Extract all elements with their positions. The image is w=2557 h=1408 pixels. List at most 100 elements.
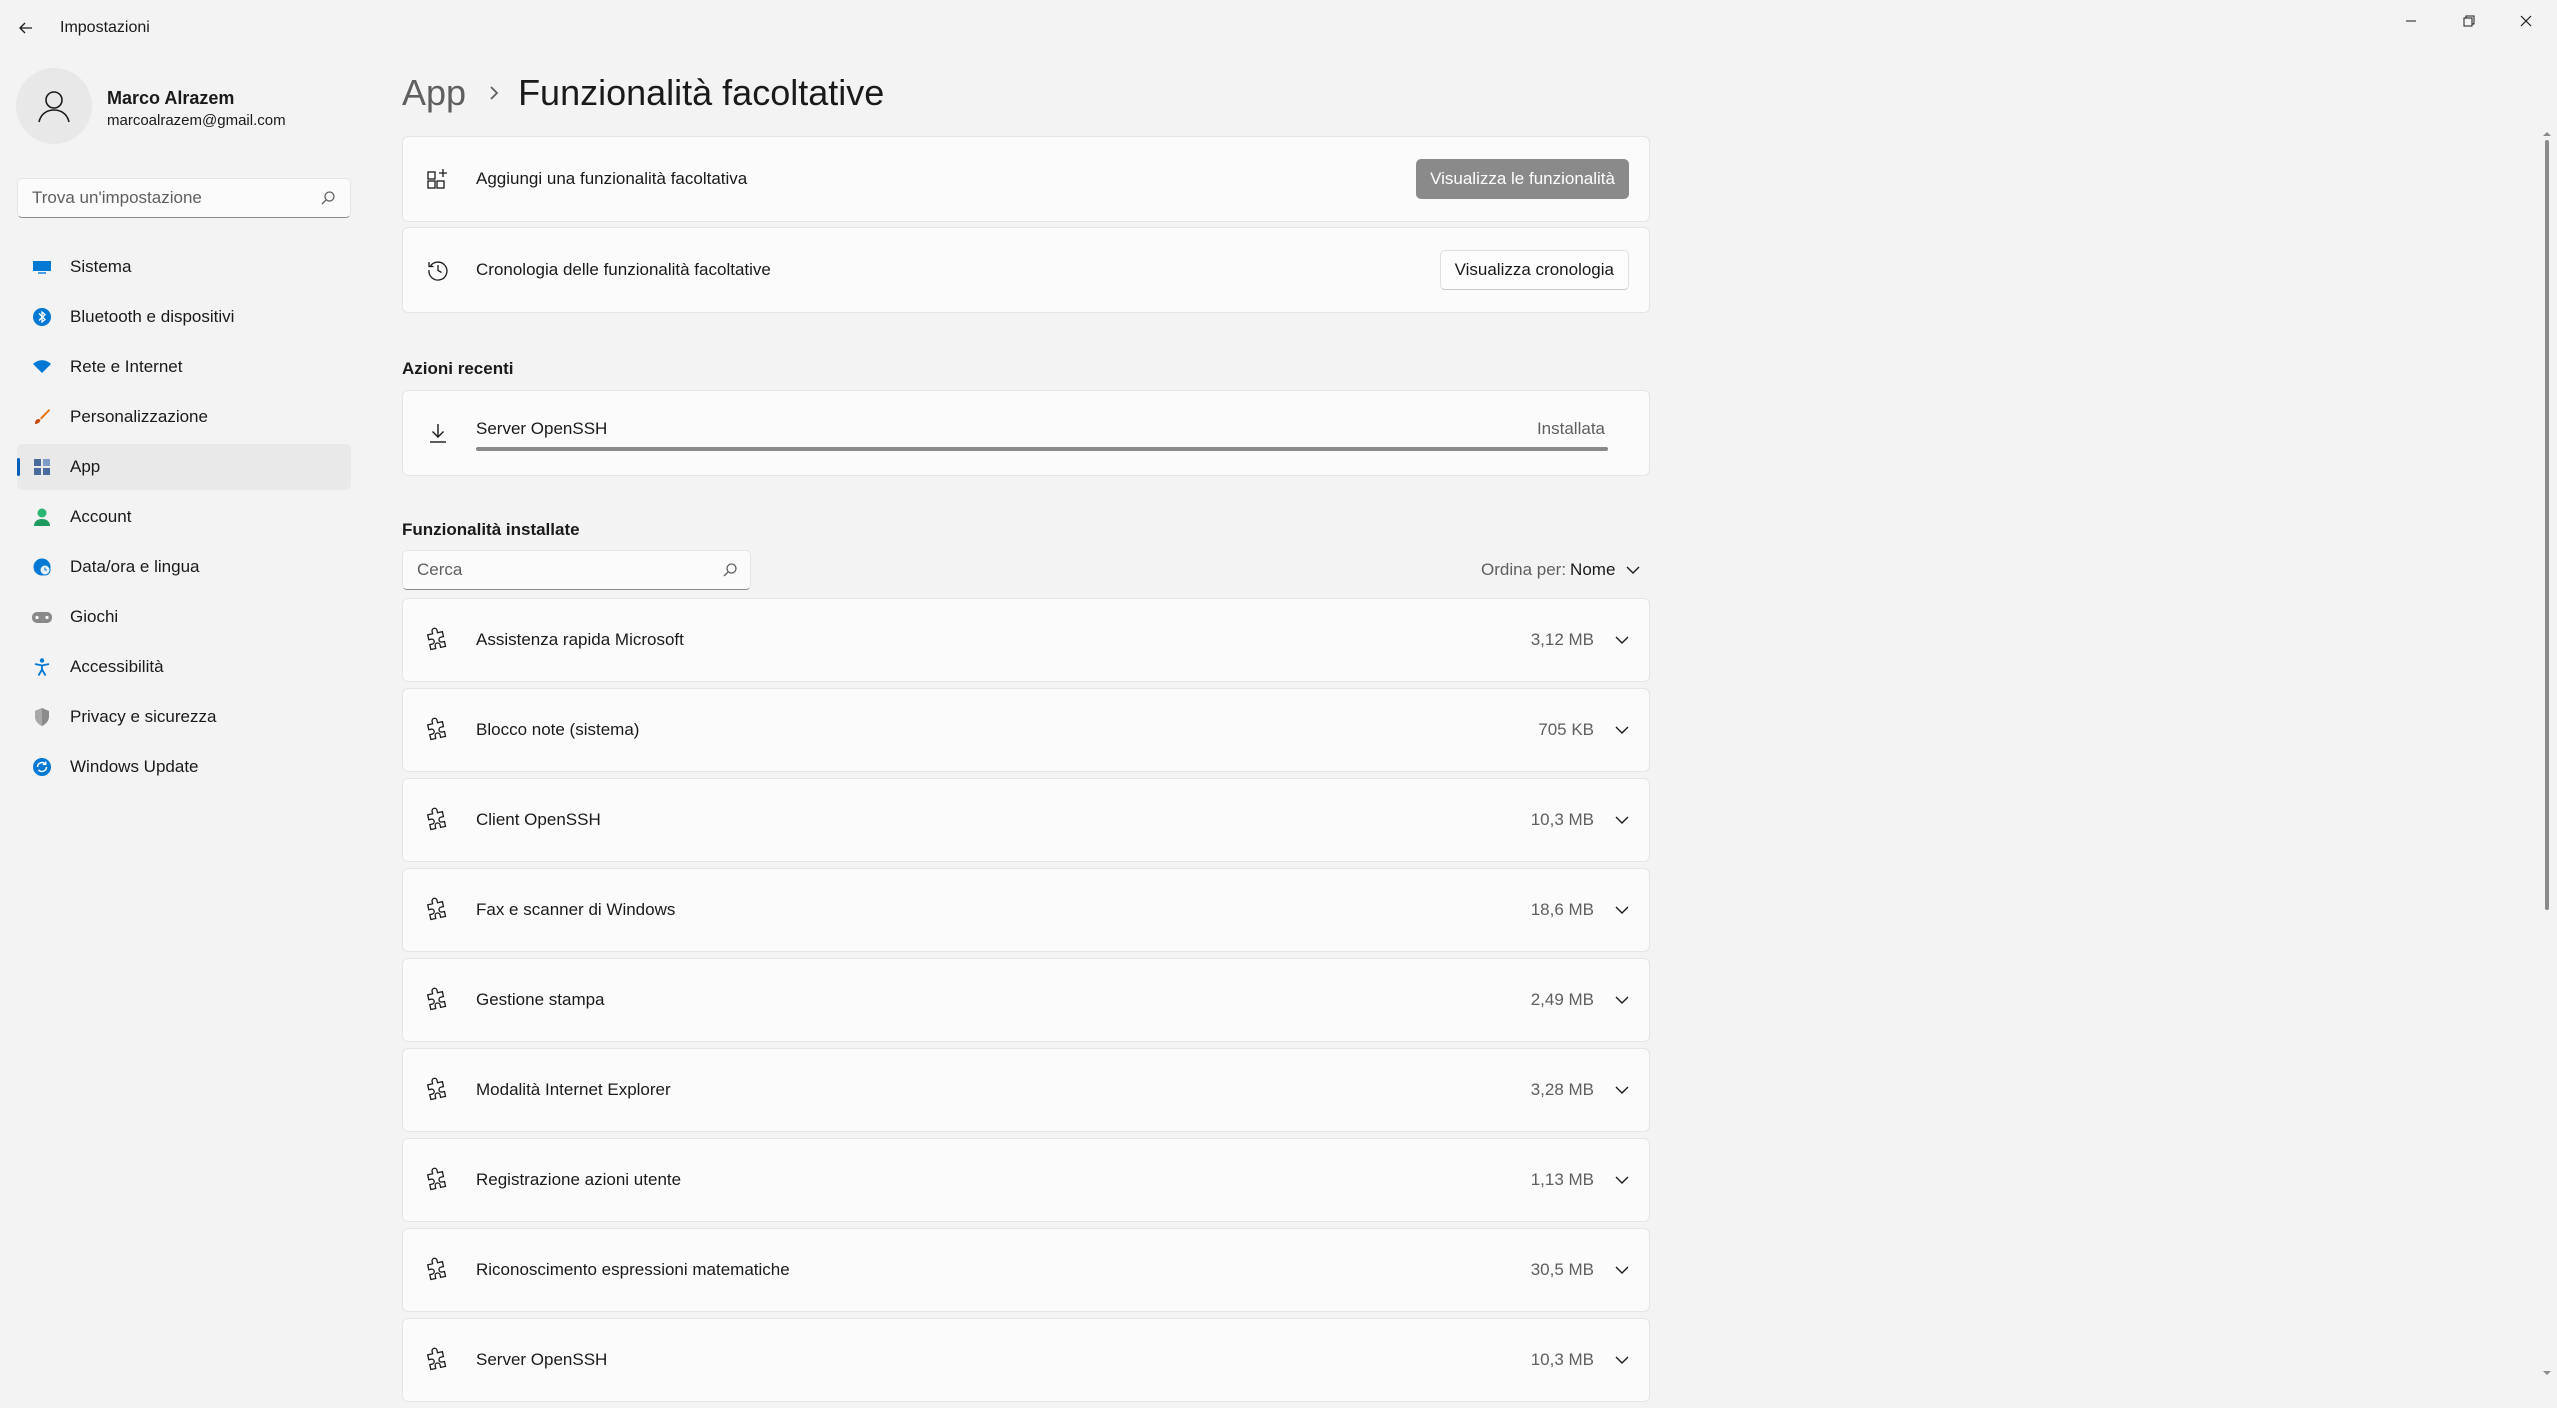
- expand-chevron-icon[interactable]: [1613, 1171, 1631, 1189]
- add-apps-icon: [425, 166, 451, 192]
- feature-row[interactable]: Gestione stampa 2,49 MB: [402, 958, 1650, 1042]
- scroll-down-icon[interactable]: [2542, 1369, 2552, 1377]
- user-profile[interactable]: Marco Alrazem marcoalrazem@gmail.com: [16, 68, 356, 148]
- person-avatar-icon: [38, 91, 70, 123]
- minimize-button[interactable]: [2383, 4, 2439, 38]
- close-button[interactable]: [2498, 4, 2554, 38]
- feature-name: Assistenza rapida Microsoft: [476, 630, 684, 649]
- sidebar-item-bluetooth[interactable]: Bluetooth e dispositivi: [17, 294, 351, 340]
- feature-row[interactable]: Registrazione azioni utente 1,13 MB: [402, 1138, 1650, 1222]
- feature-row[interactable]: Modalità Internet Explorer 3,28 MB: [402, 1048, 1650, 1132]
- feature-size: 3,12 MB: [1530, 630, 1594, 649]
- sidebar-item-giochi[interactable]: Giochi: [17, 594, 351, 640]
- expand-chevron-icon[interactable]: [1613, 1081, 1631, 1099]
- sidebar-item-accessibilita[interactable]: Accessibilità: [17, 644, 351, 690]
- expand-chevron-icon[interactable]: [1613, 901, 1631, 919]
- sort-dropdown[interactable]: Ordina per: Nome: [1481, 556, 1641, 584]
- puzzle-icon: [423, 1346, 451, 1374]
- feature-name: Modalità Internet Explorer: [476, 1080, 671, 1099]
- search-icon[interactable]: [320, 190, 336, 206]
- sidebar-item-rete[interactable]: Rete e Internet: [17, 344, 351, 390]
- feature-size: 10,3 MB: [1530, 1350, 1594, 1369]
- sidebar-item-windows-update[interactable]: Windows Update: [17, 744, 351, 790]
- sidebar-item-label: Rete e Internet: [70, 357, 183, 376]
- installed-search-input[interactable]: [415, 559, 705, 581]
- installed-search[interactable]: [402, 550, 751, 590]
- puzzle-icon: [423, 806, 451, 834]
- sidebar-nav: Sistema Bluetooth e dispositivi Rete e I…: [17, 244, 351, 794]
- breadcrumb: App Funzionalità facoltative: [402, 68, 884, 118]
- minimize-icon: [2406, 20, 2416, 22]
- back-button[interactable]: [12, 14, 40, 42]
- recent-action-status: Installata: [1536, 419, 1605, 438]
- monitor-icon: [31, 256, 53, 278]
- chevron-right-icon: [488, 84, 500, 102]
- scroll-up-icon[interactable]: [2542, 130, 2552, 138]
- feature-row[interactable]: Server OpenSSH 10,3 MB: [402, 1318, 1650, 1402]
- sidebar-item-sistema[interactable]: Sistema: [17, 244, 351, 290]
- close-icon: [2520, 15, 2532, 27]
- puzzle-icon: [423, 1076, 451, 1104]
- expand-chevron-icon[interactable]: [1613, 1351, 1631, 1369]
- accessibility-icon: [31, 656, 53, 678]
- sidebar-item-personalizzazione[interactable]: Personalizzazione: [17, 394, 351, 440]
- apps-icon: [31, 456, 53, 478]
- feature-size: 705 KB: [1538, 720, 1594, 739]
- add-feature-label: Aggiungi una funzionalità facoltativa: [476, 169, 748, 188]
- feature-name: Registrazione azioni utente: [476, 1170, 682, 1189]
- puzzle-icon: [423, 1256, 451, 1284]
- settings-search-input[interactable]: [30, 187, 310, 209]
- sort-label: Ordina per:: [1481, 560, 1567, 579]
- brush-icon: [31, 406, 53, 428]
- puzzle-icon: [423, 716, 451, 744]
- view-history-button[interactable]: Visualizza cronologia: [1439, 250, 1629, 290]
- sidebar-item-app[interactable]: App: [17, 444, 351, 490]
- expand-chevron-icon[interactable]: [1613, 811, 1631, 829]
- sidebar-item-label: Bluetooth e dispositivi: [70, 307, 235, 326]
- view-features-button[interactable]: Visualizza le funzionalità: [1416, 159, 1629, 199]
- puzzle-icon: [423, 986, 451, 1014]
- feature-name: Blocco note (sistema): [476, 720, 640, 739]
- globe-clock-icon: [31, 556, 53, 578]
- expand-chevron-icon[interactable]: [1613, 631, 1631, 649]
- recent-action-name: Server OpenSSH: [476, 419, 608, 438]
- update-icon: [31, 756, 53, 778]
- feature-row[interactable]: Blocco note (sistema) 705 KB: [402, 688, 1650, 772]
- feature-row[interactable]: Riconoscimento espressioni matematiche 30…: [402, 1228, 1650, 1312]
- scroll-thumb[interactable]: [2545, 140, 2549, 910]
- scrollbar[interactable]: [2542, 130, 2552, 1379]
- sort-value: Nome: [1570, 560, 1616, 579]
- expand-chevron-icon[interactable]: [1613, 1261, 1631, 1279]
- sidebar-item-data-ora[interactable]: Data/ora e lingua: [17, 544, 351, 590]
- sidebar-item-label: Windows Update: [70, 757, 199, 776]
- restore-button[interactable]: [2441, 4, 2497, 38]
- feature-row[interactable]: Client OpenSSH 10,3 MB: [402, 778, 1650, 862]
- feature-name: Riconoscimento espressioni matematiche: [476, 1260, 790, 1279]
- expand-chevron-icon[interactable]: [1613, 721, 1631, 739]
- puzzle-icon: [423, 896, 451, 924]
- search-icon[interactable]: [722, 562, 738, 578]
- avatar: [16, 68, 92, 144]
- feature-row[interactable]: Assistenza rapida Microsoft 3,12 MB: [402, 598, 1650, 682]
- feature-name: Client OpenSSH: [476, 810, 601, 829]
- feature-size: 3,28 MB: [1530, 1080, 1594, 1099]
- settings-search[interactable]: [17, 178, 351, 218]
- sidebar-item-label: Privacy e sicurezza: [70, 707, 217, 726]
- expand-chevron-icon[interactable]: [1613, 991, 1631, 1009]
- feature-row[interactable]: Fax e scanner di Windows 18,6 MB: [402, 868, 1650, 952]
- feature-size: 10,3 MB: [1530, 810, 1594, 829]
- add-feature-card: Aggiungi una funzionalità facoltativa Vi…: [402, 136, 1650, 222]
- sidebar-item-label: Data/ora e lingua: [70, 557, 200, 576]
- sidebar-item-label: Personalizzazione: [70, 407, 208, 426]
- page-title: Funzionalità facoltative: [518, 72, 885, 113]
- sidebar-item-account[interactable]: Account: [17, 494, 351, 540]
- sidebar-item-privacy[interactable]: Privacy e sicurezza: [17, 694, 351, 740]
- profile-name: Marco Alrazem: [107, 88, 235, 108]
- breadcrumb-parent[interactable]: App: [402, 72, 466, 114]
- feature-size: 18,6 MB: [1530, 900, 1594, 919]
- feature-size: 2,49 MB: [1530, 990, 1594, 1009]
- feature-size: 30,5 MB: [1530, 1260, 1594, 1279]
- bluetooth-icon: [31, 306, 53, 328]
- shield-icon: [31, 706, 53, 728]
- wifi-icon: [31, 356, 53, 378]
